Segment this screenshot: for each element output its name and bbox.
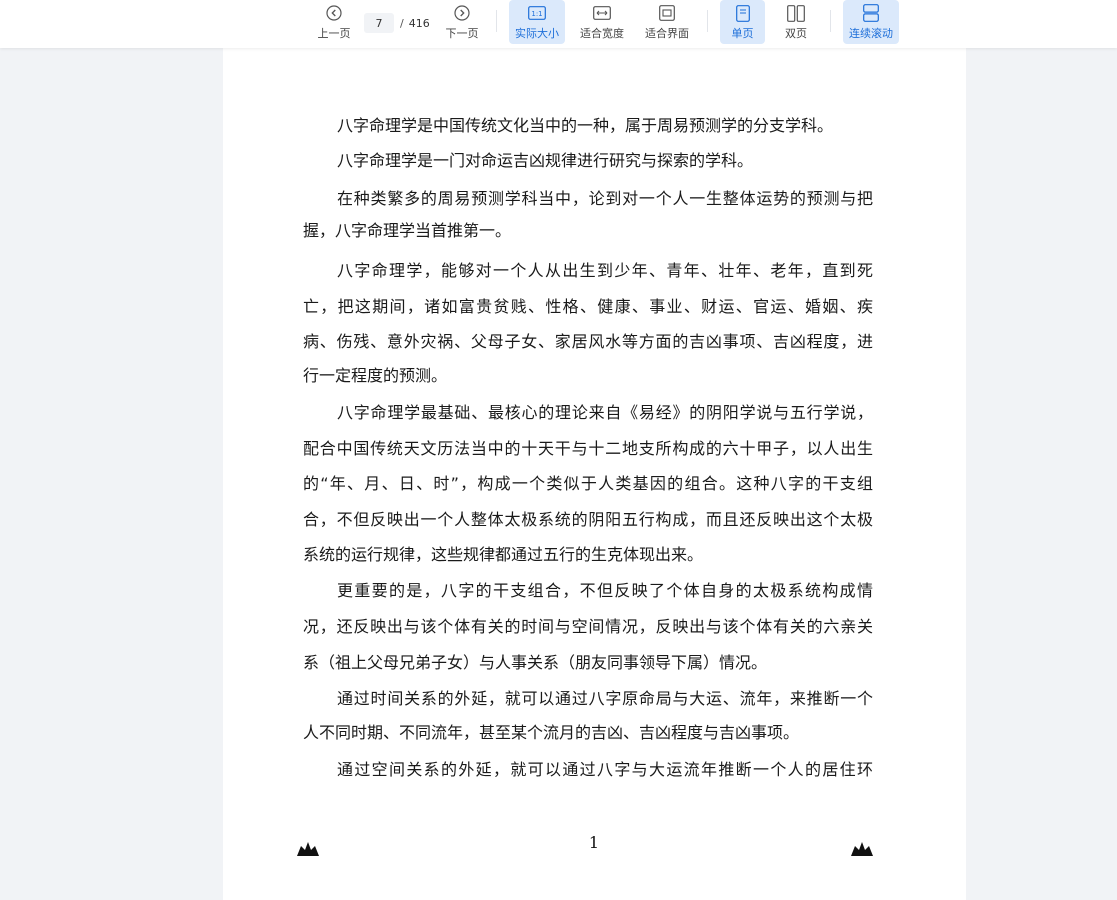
chevron-right-circle-icon xyxy=(450,3,474,23)
viewer-toolbar: 上一页 / 416 下一页 1:1 实际大小 适合宽度 适合界面 xyxy=(0,0,1117,48)
text-line: 病、伤残、意外灾祸、父母子女、家居风水等方面的吉凶事项、吉凶程度，进 xyxy=(303,332,873,351)
text-line: 行一定程度的预测。 xyxy=(303,366,448,385)
text-line: 人不同时期、不同流年，甚至某个流月的吉凶、吉凶程度与吉凶事项。 xyxy=(303,723,800,742)
toolbar-divider xyxy=(707,10,708,32)
corner-ornament-left-icon xyxy=(297,842,319,856)
fit-width-label: 适合宽度 xyxy=(580,27,624,40)
total-pages: 416 xyxy=(408,16,430,30)
fit-page-icon xyxy=(655,3,679,23)
text-line: 更重要的是，八字的干支组合，不但反映了个体自身的太极系统构成情 xyxy=(337,581,873,600)
document-page: ​ 八字命理学是中国传统文化当中的一种，属于周易预测学的分支学科。 八字命理学是… xyxy=(223,0,966,900)
text-line: 通过空间关系的外延，就可以通过八字与大运流年推断一个人的居住环 xyxy=(337,760,873,779)
text-line: 八字命理学是一门对命运吉凶规律进行研究与探索的学科。 xyxy=(337,151,754,170)
text-line: 在种类繁多的周易预测学科当中，论到对一个人一生整体运势的预测与把 xyxy=(337,189,873,208)
double-page-button[interactable]: 双页 xyxy=(775,0,817,44)
text-line: 系（祖上父母兄弟子女）与人事关系（朋友同事领导下属）情况。 xyxy=(303,653,768,672)
continuous-scroll-label: 连续滚动 xyxy=(849,27,893,40)
prev-page-button[interactable]: 上一页 xyxy=(312,0,356,44)
actual-size-icon: 1:1 xyxy=(525,3,549,23)
page-number: 1 xyxy=(588,833,600,852)
actual-size-button[interactable]: 1:1 实际大小 xyxy=(509,0,565,44)
double-page-label: 双页 xyxy=(785,27,807,40)
toolbar-divider xyxy=(830,10,831,32)
text-line: 八字命理学是中国传统文化当中的一种，属于周易预测学的分支学科。 xyxy=(337,116,834,135)
fit-page-label: 适合界面 xyxy=(645,27,689,40)
fit-page-button[interactable]: 适合界面 xyxy=(641,0,693,44)
next-page-button[interactable]: 下一页 xyxy=(440,0,484,44)
fit-width-icon xyxy=(590,3,614,23)
text-line: 系统的运行规律，这些规律都通过五行的生克体现出来。 xyxy=(303,545,704,564)
fit-width-button[interactable]: 适合宽度 xyxy=(576,0,628,44)
text-line: 八字命理学，能够对一个人从出生到少年、青年、壮年、老年，直到死 xyxy=(337,261,873,280)
actual-size-label: 实际大小 xyxy=(515,27,559,40)
text-line: 合，不但反映出一个人整体太极系统的阴阳五行构成，而且还反映出这个太极 xyxy=(303,510,873,529)
text-line: 况，还反映出与该个体有关的时间与空间情况，反映出与该个体有关的六亲关 xyxy=(303,617,873,636)
text-line: 通过时间关系的外延，就可以通过八字原命局与大运、流年，来推断一个 xyxy=(337,689,873,708)
corner-ornament-right-icon xyxy=(851,842,873,856)
continuous-scroll-icon xyxy=(859,3,883,23)
toolbar-divider xyxy=(496,10,497,32)
actual-size-icon-text: 1:1 xyxy=(531,10,542,18)
page-indicator: / 416 xyxy=(364,12,430,34)
text-line: 的“年、月、日、时”，构成一个类似于人类基因的组合。这种八字的干支组 xyxy=(303,474,873,493)
single-page-label: 单页 xyxy=(731,27,754,40)
single-page-button[interactable]: 单页 xyxy=(720,0,765,44)
current-page-input[interactable] xyxy=(364,13,394,33)
text-line: 握，八字命理学当首推第一。 xyxy=(303,221,512,240)
page-separator: / xyxy=(400,16,404,30)
single-page-icon xyxy=(731,3,755,23)
text-line: 亡，把这期间，诸如富贵贫贱、性格、健康、事业、财运、官运、婚姻、疾 xyxy=(303,297,873,316)
text-line: 八字命理学最基础、最核心的理论来自《易经》的阴阳学说与五行学说， xyxy=(337,403,873,422)
next-page-label: 下一页 xyxy=(445,27,479,40)
chevron-left-circle-icon xyxy=(322,3,346,23)
text-line: 配合中国传统天文历法当中的十天干与十二地支所构成的六十甲子，以人出生 xyxy=(303,439,873,458)
prev-page-label: 上一页 xyxy=(317,27,351,40)
double-page-icon xyxy=(784,3,808,23)
continuous-scroll-button[interactable]: 连续滚动 xyxy=(843,0,899,44)
